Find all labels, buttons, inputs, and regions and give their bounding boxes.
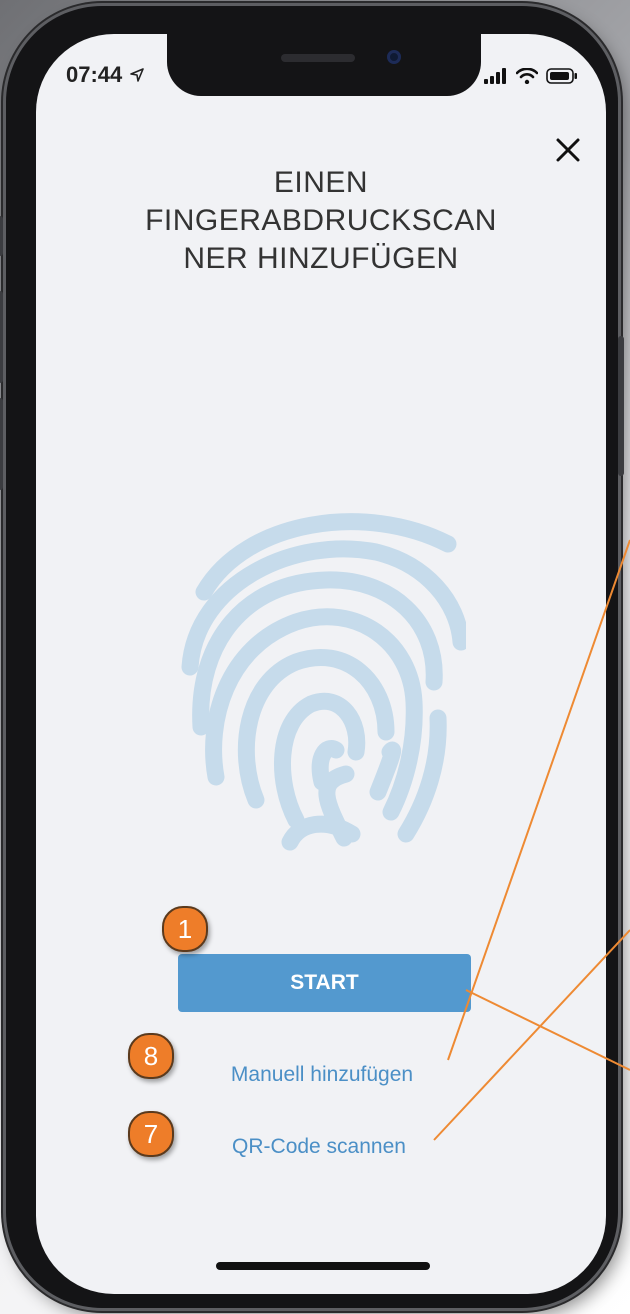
time-text: 07:44 — [66, 62, 123, 87]
phone-frame: 07:44 EINEN FINGERABDRUCKSCAN NER HINZUF… — [0, 6, 624, 1308]
title-line-1: EINEN — [273, 166, 369, 199]
camera — [387, 50, 401, 64]
fingerprint-icon — [181, 513, 466, 851]
battery-icon — [546, 68, 577, 84]
wifi-icon — [516, 68, 538, 84]
annotation-badge-qr: 7 — [128, 1111, 174, 1157]
cellular-signal-icon — [484, 68, 506, 84]
manual-add-link[interactable]: Manuell hinzufügen — [172, 1063, 472, 1087]
speaker — [281, 54, 355, 62]
title-line-2: FINGERABDRUCKSCAN — [145, 204, 497, 237]
start-button[interactable]: START — [178, 954, 471, 1012]
qr-scan-link[interactable]: QR-Code scannen — [169, 1135, 469, 1159]
volume-down-button — [0, 398, 3, 490]
volume-up-button — [0, 291, 3, 383]
annotation-badge-manual: 8 — [128, 1033, 174, 1079]
page-title: EINEN FINGERABDRUCKSCAN NER HINZUFÜGEN — [96, 164, 546, 278]
side-button — [618, 336, 624, 476]
title-line-3: NER HINZUFÜGEN — [183, 242, 459, 275]
notch — [167, 34, 481, 96]
status-time: 07:44 — [66, 62, 145, 88]
phone-screen: 07:44 EINEN FINGERABDRUCKSCAN NER HINZUF… — [36, 34, 606, 1294]
annotation-badge-start: 1 — [162, 906, 208, 952]
location-arrow-icon — [130, 68, 145, 82]
home-indicator — [216, 1262, 430, 1270]
mute-switch — [0, 216, 3, 256]
status-icons — [484, 64, 578, 88]
close-icon[interactable] — [552, 134, 584, 166]
